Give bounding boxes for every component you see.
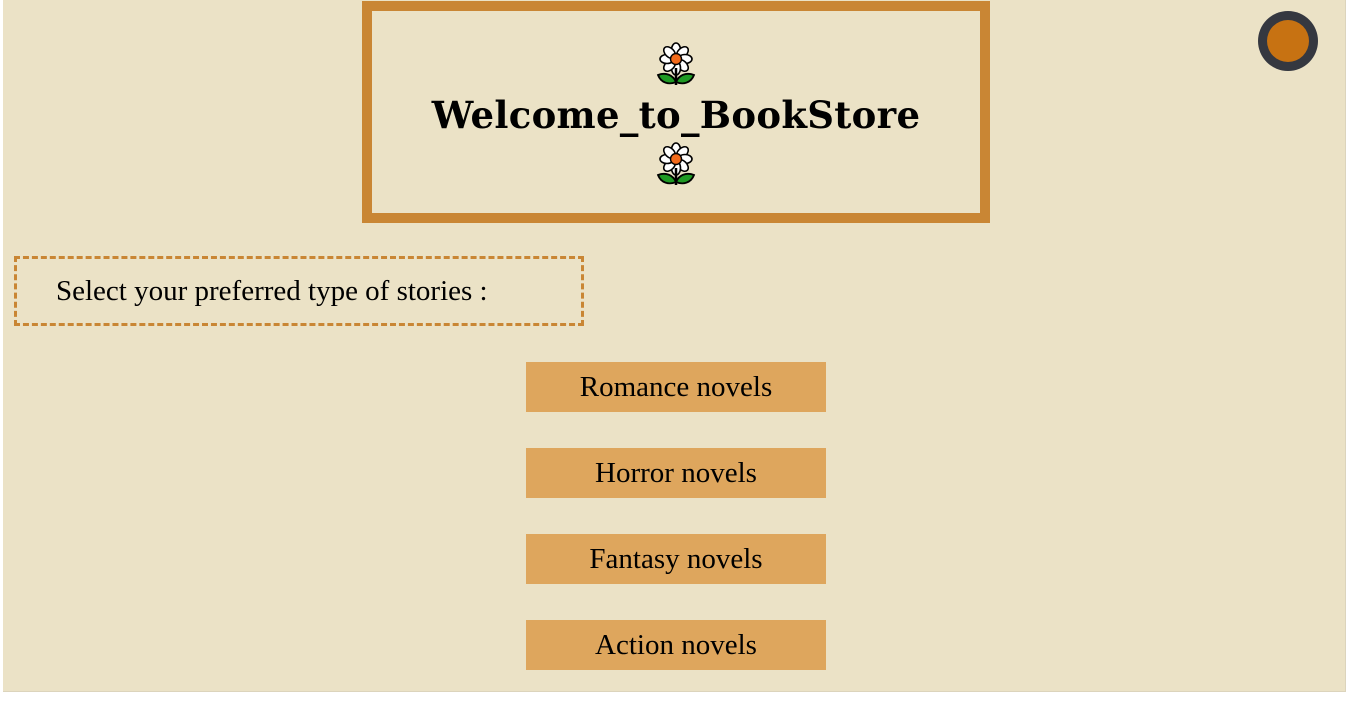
page-title: Welcome_to_BookStore — [431, 93, 921, 137]
daisy-flower-icon — [656, 42, 696, 85]
genre-button-list: Romance novels Horror novels Fantasy nov… — [526, 362, 826, 706]
romance-novels-button[interactable]: Romance novels — [526, 362, 826, 412]
fantasy-novels-button[interactable]: Fantasy novels — [526, 534, 826, 584]
theme-toggle-button[interactable] — [1258, 11, 1318, 71]
story-type-prompt: Select your preferred type of stories : — [14, 256, 584, 326]
action-novels-button[interactable]: Action novels — [526, 620, 826, 670]
page-background: Welcome_to_BookStore Select your preferr… — [3, 0, 1346, 692]
daisy-flower-icon — [656, 142, 696, 185]
theme-toggle-icon — [1267, 20, 1309, 62]
prompt-label: Select your preferred type of stories : — [56, 274, 488, 307]
horror-novels-button[interactable]: Horror novels — [526, 448, 826, 498]
welcome-header: Welcome_to_BookStore — [362, 1, 990, 223]
